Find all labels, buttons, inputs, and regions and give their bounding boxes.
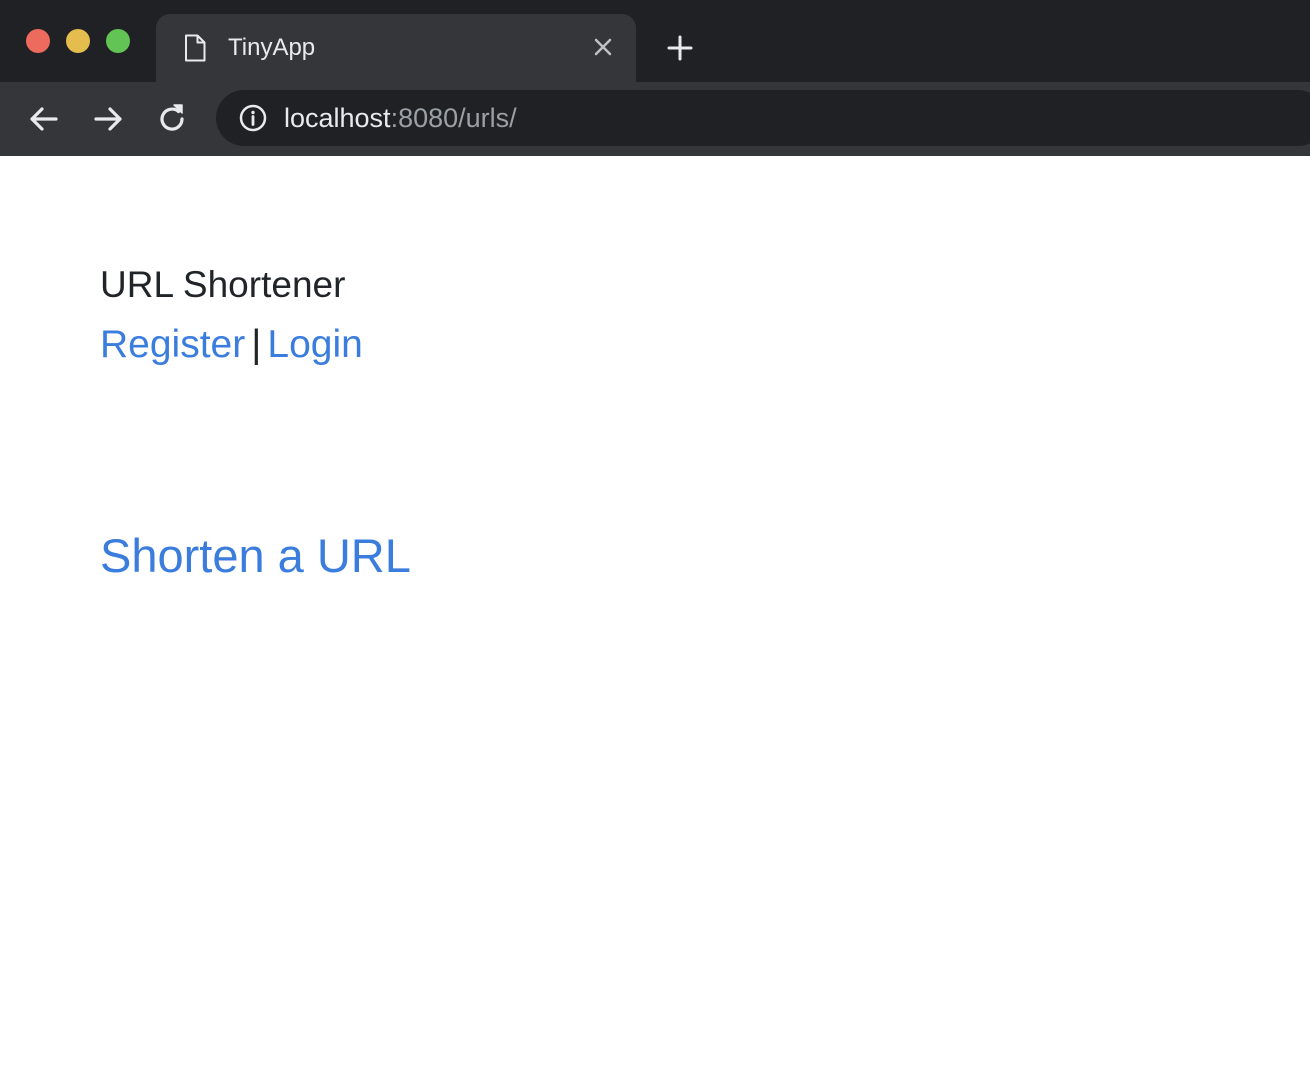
brand-title: URL Shortener: [100, 264, 346, 305]
auth-links: Register | Login: [100, 323, 363, 367]
tab-title: TinyApp: [228, 34, 316, 61]
page-content: URL Shortener Register | Login Shorten a U…: [0, 156, 1310, 1068]
window-maximize-button[interactable]: [106, 29, 130, 53]
document-icon: [185, 34, 206, 62]
forward-arrow-icon[interactable]: [90, 101, 126, 137]
reload-icon[interactable]: [154, 101, 190, 137]
browser-toolbar: localhost:8080/urls/: [0, 82, 1310, 156]
close-icon[interactable]: [592, 36, 614, 58]
browser-chrome: TinyApp localhost:8080/urls/: [0, 0, 1310, 156]
window-minimize-button[interactable]: [66, 29, 90, 53]
info-icon[interactable]: [238, 103, 268, 133]
url-text: localhost:8080/urls/: [284, 103, 517, 134]
link-separator: |: [251, 323, 262, 366]
new-tab-icon[interactable]: [666, 34, 694, 62]
tab-strip: TinyApp: [0, 0, 1310, 82]
login-link[interactable]: Login: [267, 323, 362, 366]
back-arrow-icon[interactable]: [26, 101, 62, 137]
window-close-button[interactable]: [26, 29, 50, 53]
url-path: :8080/urls/: [390, 103, 517, 133]
shorten-url-link[interactable]: Shorten a URL: [100, 528, 411, 583]
browser-tab[interactable]: TinyApp: [156, 14, 636, 82]
register-link[interactable]: Register: [100, 323, 245, 366]
url-host: localhost: [284, 103, 391, 133]
address-bar[interactable]: localhost:8080/urls/: [216, 90, 1310, 146]
